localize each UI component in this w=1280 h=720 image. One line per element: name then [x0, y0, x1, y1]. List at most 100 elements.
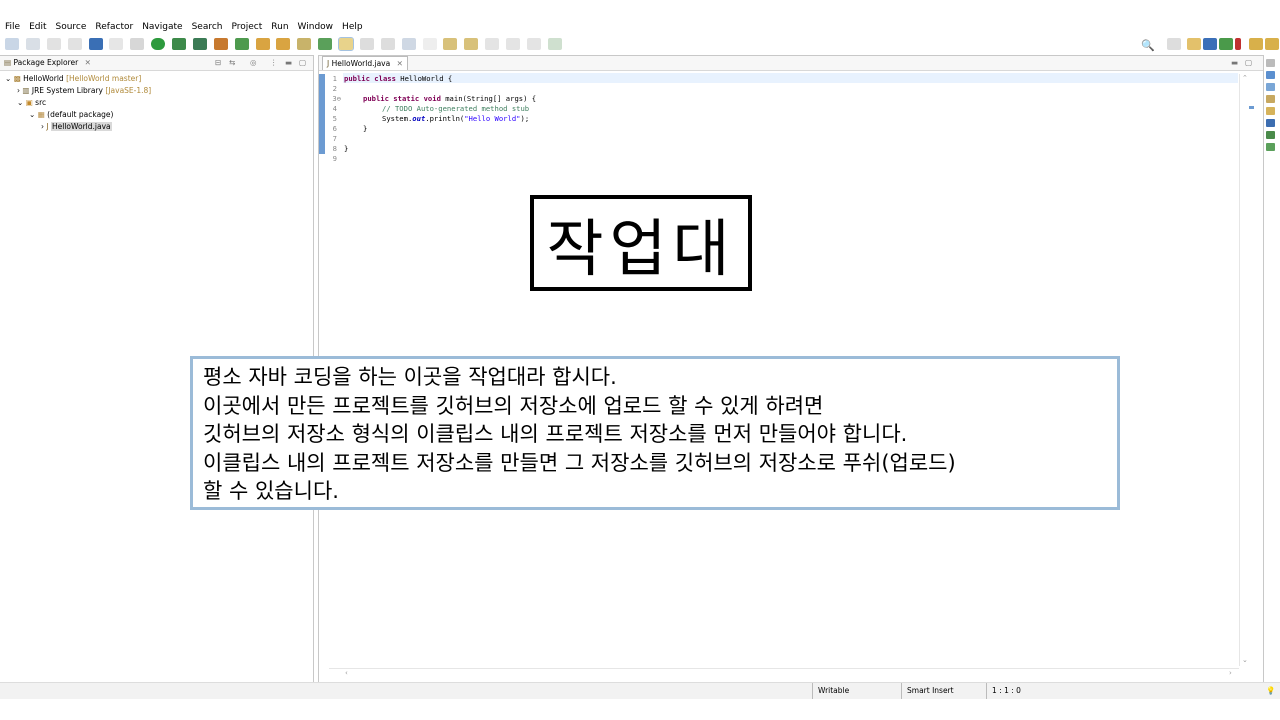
chevron-down-icon[interactable]: ⌄ — [5, 74, 11, 83]
menu-refactor[interactable]: Refactor — [90, 20, 137, 32]
status-cursor-position: 1 : 1 : 0 — [992, 686, 1021, 695]
scroll-up-icon[interactable]: ⌃ — [1242, 74, 1248, 82]
vertical-scrollbar[interactable]: ⌃ ⌄ — [1239, 74, 1250, 666]
tree-item-label: HelloWorld — [23, 74, 64, 83]
maximize-icon[interactable]: ▢ — [299, 56, 306, 70]
chevron-down-icon[interactable]: ⌄ — [29, 110, 35, 119]
explanation-line: 할 수 있습니다. — [203, 479, 339, 503]
chevron-right-icon[interactable]: › — [17, 86, 20, 95]
tree-item-helloworld-project[interactable]: ⌄ ▩ HelloWorld [HelloWorld master] — [5, 73, 141, 85]
tree-item-helloworld-java[interactable]: › J HelloWorld.java — [41, 121, 112, 133]
debug-icon[interactable] — [130, 38, 145, 50]
line-number: 9 — [332, 154, 337, 163]
coverage-icon[interactable] — [172, 38, 186, 50]
scroll-right-icon[interactable]: › — [1229, 669, 1232, 677]
code-line-5[interactable]: System.out.println("Hello World"); — [382, 114, 529, 124]
code-text: main(String[] args) { — [440, 94, 537, 103]
lightbulb-icon[interactable]: 💡 — [1266, 683, 1275, 699]
status-separator — [901, 683, 902, 699]
minimize-icon[interactable]: ▬ — [1231, 56, 1238, 70]
task-list-icon[interactable] — [1266, 83, 1275, 91]
external-tools-icon[interactable] — [192, 38, 207, 50]
close-icon[interactable]: ✕ — [397, 59, 403, 68]
keyword: public class — [344, 74, 396, 83]
tree-item-default-package[interactable]: ⌄ ▦ (default package) — [29, 109, 113, 121]
new-package-icon[interactable] — [234, 38, 249, 50]
view-menu-icon[interactable]: ⋮ — [270, 56, 278, 70]
editor-tab-helloworld[interactable]: J HelloWorld.java ✕ — [322, 56, 408, 70]
package-explorer-icon: ▤ — [4, 58, 12, 67]
save-all-icon[interactable] — [67, 38, 82, 50]
run-icon[interactable] — [151, 38, 166, 50]
show-whitespace-icon[interactable] — [401, 38, 416, 50]
problems-icon[interactable] — [1266, 95, 1275, 103]
collapse-all-icon[interactable]: ⊟ — [215, 56, 221, 70]
new-icon[interactable] — [5, 38, 19, 50]
resource-perspective-icon[interactable] — [1249, 38, 1263, 50]
forward-icon[interactable] — [526, 38, 541, 50]
save-icon[interactable] — [46, 38, 61, 50]
chevron-right-icon[interactable]: › — [41, 122, 44, 131]
menu-search[interactable]: Search — [187, 20, 227, 32]
focus-icon[interactable]: ◎ — [250, 56, 257, 70]
chevron-down-icon[interactable]: ⌄ — [17, 98, 23, 107]
scroll-down-icon[interactable]: ⌄ — [1242, 656, 1248, 664]
horizontal-scrollbar[interactable]: ‹ › — [329, 668, 1239, 679]
menu-file[interactable]: File — [0, 20, 24, 32]
last-edit-icon[interactable] — [485, 38, 500, 50]
tree-item-jre-library[interactable]: › ▥ JRE System Library [JavaSE-1.8] — [17, 85, 151, 97]
status-insert-mode: Smart Insert — [907, 686, 954, 695]
menu-bar: File Edit Source Refactor Navigate Search Proj… — [0, 20, 1280, 36]
previous-annotation-icon[interactable] — [464, 38, 479, 50]
new-java-project-icon[interactable] — [213, 38, 228, 50]
pilcrow-icon[interactable] — [422, 38, 437, 50]
minimize-icon[interactable]: ▬ — [285, 56, 292, 70]
open-type-icon[interactable] — [255, 38, 270, 50]
menu-project[interactable]: Project — [226, 20, 266, 32]
java-perspective-icon[interactable] — [1203, 38, 1217, 50]
overview-ruler-marker[interactable] — [1249, 106, 1254, 109]
progress-icon[interactable] — [1266, 143, 1275, 151]
code-line-1[interactable]: public class HelloWorld { — [344, 74, 452, 84]
scroll-left-icon[interactable]: ‹ — [345, 669, 348, 677]
search-tool-icon[interactable] — [297, 38, 312, 50]
git-perspective-icon[interactable] — [1187, 38, 1201, 50]
maximize-icon[interactable]: ▢ — [1245, 56, 1252, 70]
next-annotation-icon[interactable] — [443, 38, 458, 50]
declaration-icon[interactable] — [1266, 119, 1275, 127]
view-menu-icon[interactable] — [1266, 59, 1275, 67]
javadoc-icon[interactable] — [1266, 107, 1275, 115]
menu-run[interactable]: Run — [266, 20, 292, 32]
tree-item-src[interactable]: ⌄ ▣ src — [17, 97, 46, 109]
team-perspective-icon[interactable] — [1235, 38, 1241, 50]
pin-editor-icon[interactable] — [547, 38, 562, 50]
block-selection-icon[interactable] — [359, 38, 374, 50]
close-icon[interactable]: ✕ — [85, 58, 91, 67]
back-icon[interactable] — [506, 38, 520, 50]
mark-occurrences-icon[interactable] — [338, 37, 354, 51]
console-icon[interactable] — [1266, 131, 1275, 139]
open-perspective-icon[interactable] — [1167, 38, 1181, 50]
menu-help[interactable]: Help — [337, 20, 367, 32]
debug-perspective-icon[interactable] — [1219, 38, 1233, 50]
code-line-4[interactable]: // TODO Auto-generated method stub — [382, 104, 529, 114]
menu-navigate[interactable]: Navigate — [137, 20, 186, 32]
word-wrap-icon[interactable] — [380, 38, 395, 50]
code-line-8[interactable]: } — [344, 144, 348, 154]
code-line-6[interactable]: } — [363, 124, 367, 134]
open-icon[interactable] — [25, 38, 40, 50]
cvs-perspective-icon[interactable] — [1265, 38, 1279, 50]
menu-window[interactable]: Window — [293, 20, 338, 32]
menu-edit[interactable]: Edit — [24, 20, 50, 32]
open-folder-icon[interactable] — [276, 38, 291, 50]
terminal-icon[interactable] — [88, 38, 103, 50]
menu-source[interactable]: Source — [51, 20, 91, 32]
package-explorer-tab[interactable]: Package Explorer — [13, 58, 78, 67]
annotation-icon[interactable] — [318, 38, 333, 50]
skip-breakpoints-icon[interactable] — [109, 38, 124, 50]
search-icon[interactable]: 🔍 — [1141, 39, 1155, 52]
code-line-3[interactable]: public static void main(String[] args) { — [363, 94, 536, 104]
editor-tabbar: J HelloWorld.java ✕ ▬ ▢ — [319, 56, 1263, 71]
outline-icon[interactable] — [1266, 71, 1275, 79]
link-with-editor-icon[interactable]: ⇆ — [229, 56, 235, 70]
